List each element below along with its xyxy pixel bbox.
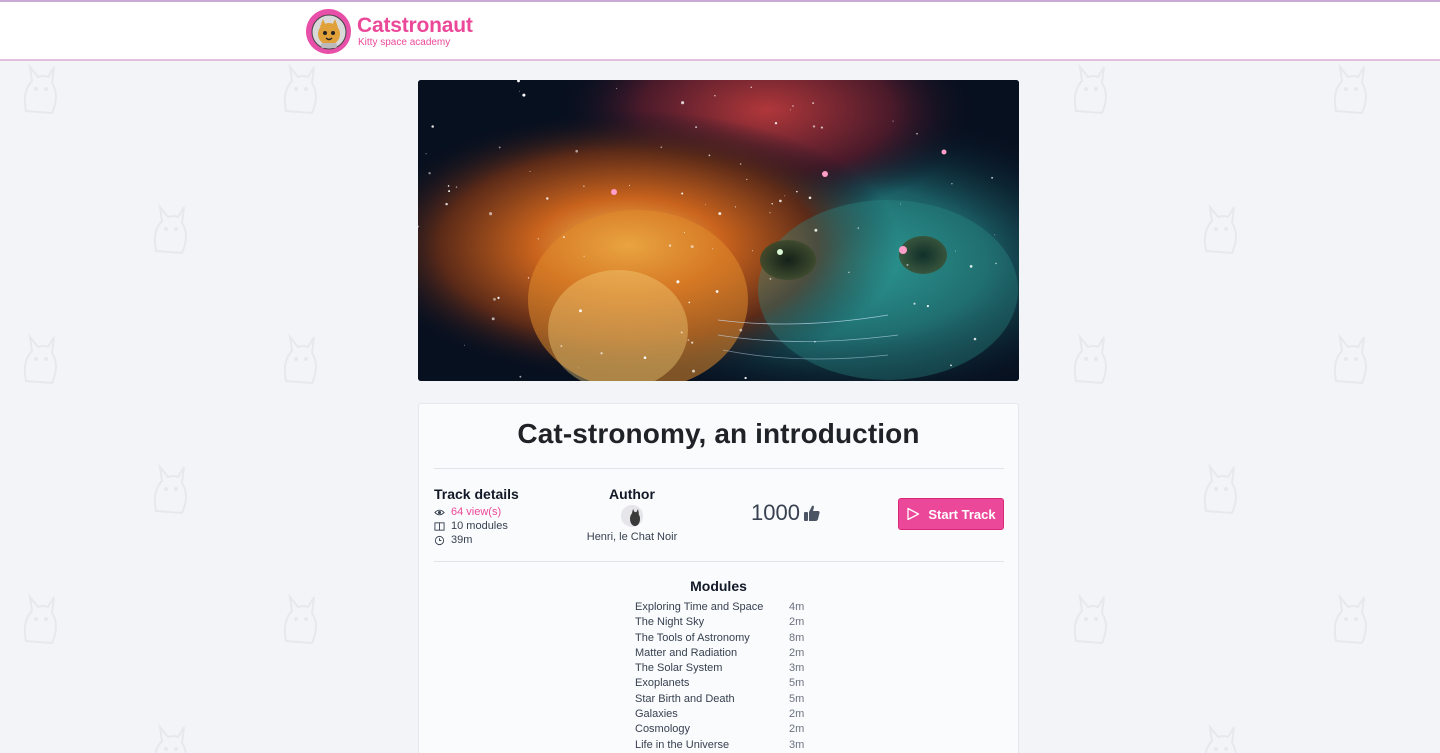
views-count: 64 view(s) bbox=[451, 506, 502, 518]
module-item[interactable]: Exploring Time and Space 4m bbox=[635, 600, 805, 615]
play-icon bbox=[907, 507, 920, 521]
modules-heading: Modules bbox=[690, 578, 747, 594]
background-cat-icon bbox=[1068, 61, 1112, 121]
start-track-label: Start Track bbox=[928, 506, 996, 522]
module-duration: 4m bbox=[789, 601, 805, 613]
module-name: Galaxies bbox=[635, 708, 678, 721]
track-cover-image bbox=[418, 80, 1019, 381]
background-cat-icon bbox=[148, 721, 192, 753]
background-cat-icon bbox=[1068, 331, 1112, 391]
module-duration: 2m bbox=[789, 708, 805, 721]
background-cat-icon bbox=[278, 591, 322, 651]
background-cat-icon bbox=[148, 461, 192, 521]
track-card: Cat-stronomy, an introduction Track deta… bbox=[418, 403, 1019, 753]
module-duration: 3m bbox=[789, 738, 805, 751]
module-item[interactable]: Life in the Universe 3m bbox=[635, 738, 805, 753]
module-duration: 5m bbox=[789, 677, 805, 690]
module-item[interactable]: The Night Sky 2m bbox=[635, 615, 805, 630]
modules-count: 10 modules bbox=[451, 520, 508, 532]
thumbs-up-icon bbox=[803, 505, 820, 521]
module-item[interactable]: Exoplanets 5m bbox=[635, 676, 805, 691]
start-track-button[interactable]: Start Track bbox=[898, 498, 1004, 530]
background-cat-icon bbox=[1068, 591, 1112, 651]
module-name: Matter and Radiation bbox=[635, 646, 738, 659]
module-name: Cosmology bbox=[635, 723, 691, 736]
module-item[interactable]: The Solar System 3m bbox=[635, 661, 805, 676]
track-duration: 39m bbox=[451, 534, 473, 546]
background-cat-icon bbox=[18, 61, 62, 121]
background-cat-icon bbox=[1328, 61, 1372, 121]
module-name: The Solar System bbox=[635, 662, 723, 675]
duration-row: 39m bbox=[434, 533, 519, 547]
module-name: Exoplanets bbox=[635, 677, 690, 690]
author-block: Author Henri, le Chat Noir bbox=[574, 486, 690, 543]
top-navbar: Catstronaut Kitty space academy bbox=[0, 0, 1440, 61]
module-duration: 2m bbox=[789, 723, 805, 736]
module-item[interactable]: Cosmology 2m bbox=[635, 722, 805, 737]
author-heading: Author bbox=[609, 486, 655, 502]
module-name: Life in the Universe bbox=[635, 738, 730, 751]
module-list: Exploring Time and Space 4m The Night Sky… bbox=[635, 600, 805, 753]
brand-home-link[interactable]: Catstronaut Kitty space academy bbox=[306, 9, 473, 54]
astronaut-cat-icon bbox=[306, 9, 351, 54]
book-icon bbox=[434, 521, 445, 531]
eye-icon bbox=[434, 509, 445, 515]
background-cat-icon bbox=[148, 201, 192, 261]
modules-count-row: 10 modules bbox=[434, 519, 519, 533]
background-cat-icon bbox=[18, 331, 62, 391]
module-duration: 8m bbox=[789, 631, 805, 644]
background-cat-icon bbox=[1328, 591, 1372, 651]
module-item[interactable]: Star Birth and Death 5m bbox=[635, 692, 805, 707]
brand-name: Catstronaut bbox=[357, 13, 473, 37]
space-cat-image bbox=[418, 80, 1019, 381]
module-duration: 2m bbox=[789, 616, 805, 629]
background-cat-icon bbox=[278, 61, 322, 121]
module-name: Star Birth and Death bbox=[635, 692, 735, 705]
divider bbox=[434, 561, 1004, 562]
background-cat-icon bbox=[1198, 721, 1242, 753]
brand-tagline: Kitty space academy bbox=[358, 36, 451, 48]
background-cat-icon bbox=[18, 591, 62, 651]
likes-count: 1000 bbox=[751, 500, 800, 525]
views-row: 64 view(s) bbox=[434, 505, 519, 519]
avatar bbox=[621, 505, 643, 527]
background-cat-icon bbox=[1328, 331, 1372, 391]
module-duration: 2m bbox=[789, 646, 805, 659]
module-name: Exploring Time and Space bbox=[635, 601, 764, 613]
module-duration: 3m bbox=[789, 662, 805, 675]
divider bbox=[434, 468, 1004, 469]
module-name: The Tools of Astronomy bbox=[635, 631, 750, 644]
background-cat-icon bbox=[278, 331, 322, 391]
like-button[interactable]: 1000 bbox=[751, 500, 822, 526]
module-item[interactable]: The Tools of Astronomy 8m bbox=[635, 631, 805, 646]
module-item[interactable]: Matter and Radiation 2m bbox=[635, 646, 805, 661]
track-title: Cat-stronomy, an introduction bbox=[517, 418, 920, 449]
clock-icon bbox=[434, 535, 445, 545]
module-name: The Night Sky bbox=[635, 616, 705, 629]
background-cat-icon bbox=[1198, 201, 1242, 261]
module-duration: 5m bbox=[789, 692, 805, 705]
module-item[interactable]: Galaxies 2m bbox=[635, 707, 805, 722]
background-cat-icon bbox=[1198, 461, 1242, 521]
author-name: Henri, le Chat Noir bbox=[586, 531, 678, 543]
track-details-heading: Track details bbox=[434, 486, 519, 502]
track-details: Track details 64 view(s) 10 modules 39m bbox=[434, 486, 519, 547]
